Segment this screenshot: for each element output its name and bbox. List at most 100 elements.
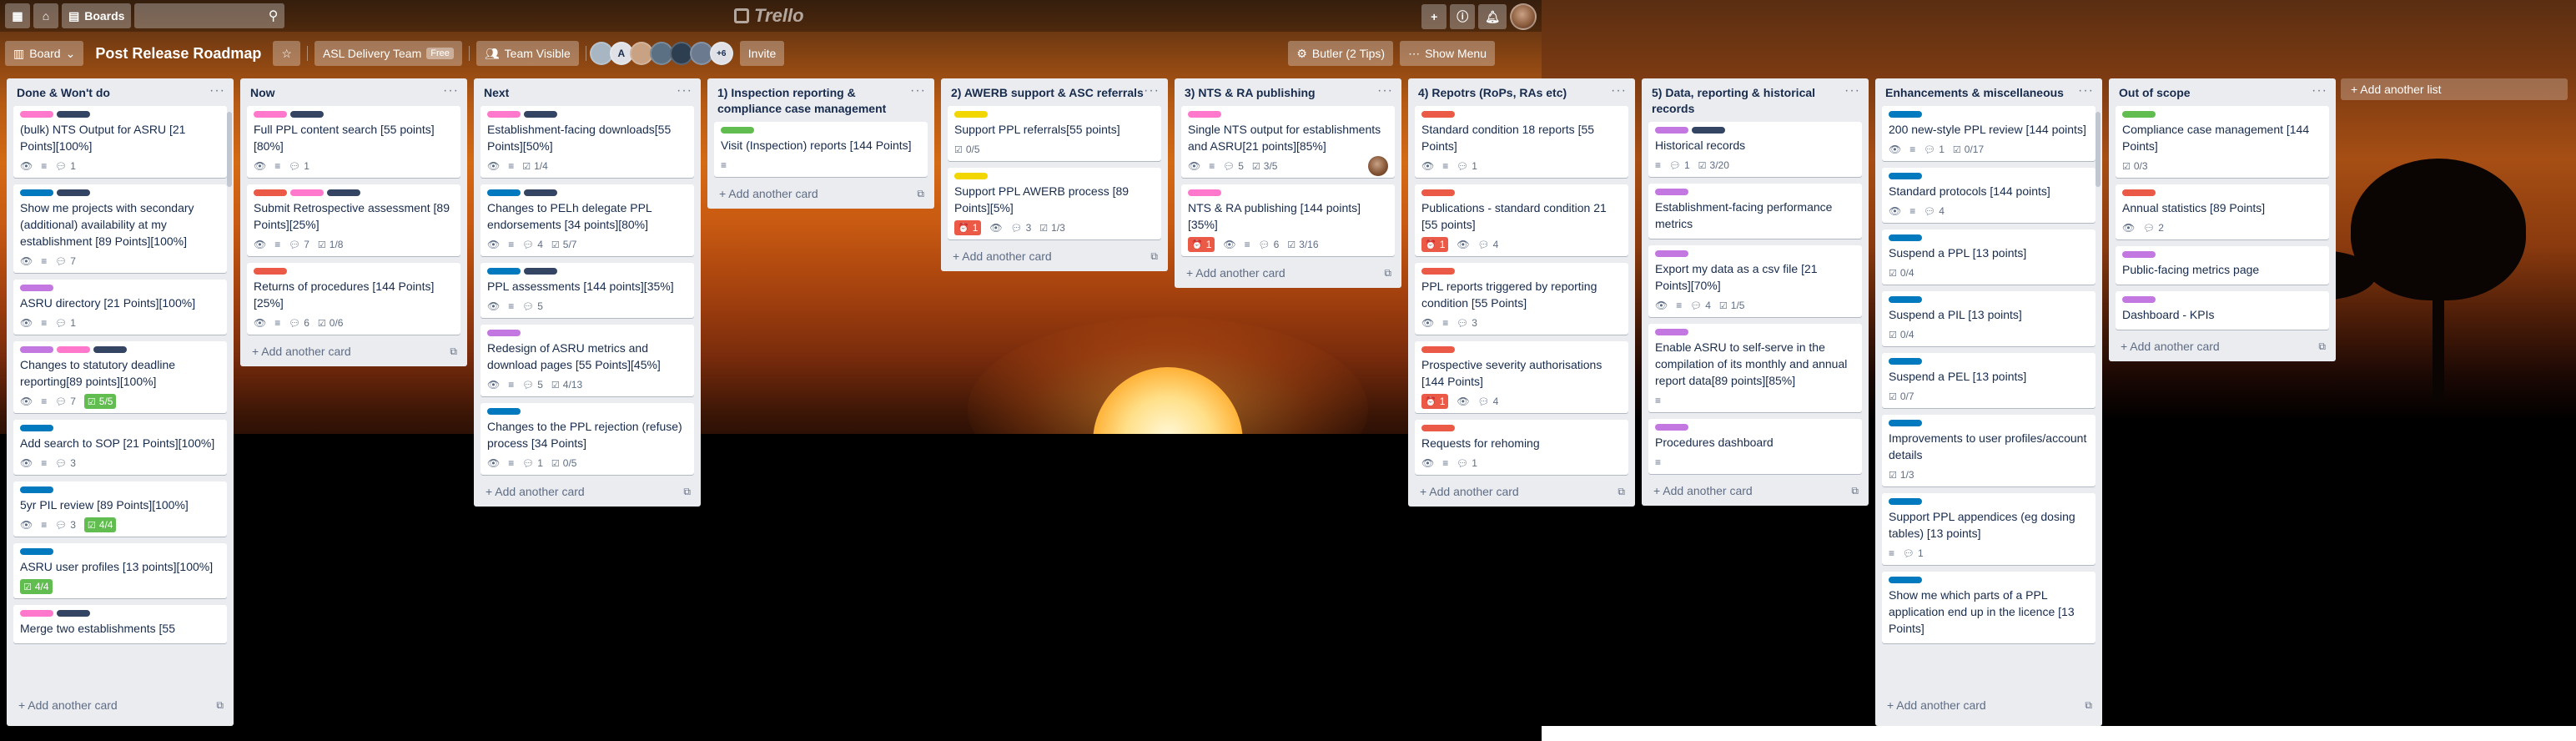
card[interactable]: Full PPL content search [55 points][80%]… — [247, 106, 460, 178]
card[interactable]: 5yr PIL review [89 Points][100%] 👁︎ ≡ 💬︎ 3 ☑ 4… — [13, 481, 227, 537]
card[interactable]: Standard condition 18 reports [55 Points… — [1415, 106, 1628, 178]
card[interactable]: Visit (Inspection) reports [144 Points] ≡ — [714, 122, 928, 177]
card-label-purple[interactable] — [2122, 251, 2156, 258]
card[interactable]: Suspend a PPL [13 points] ☑ 0/4 — [1882, 229, 2096, 285]
card-label-red[interactable] — [254, 268, 287, 275]
card[interactable]: Show me which parts of a PPL application… — [1882, 572, 2096, 643]
board-view-switcher[interactable]: ▥ Board ⌄ — [5, 41, 84, 66]
list-menu-icon[interactable]: ··· — [1144, 84, 1160, 98]
card-label-blue[interactable] — [20, 548, 53, 555]
card-label-blue[interactable] — [1889, 173, 1922, 179]
add-card-button[interactable]: + Add another card ⧉ — [1642, 481, 1869, 506]
card-label-blue[interactable] — [1889, 296, 1922, 303]
card[interactable]: Show me projects with secondary (additio… — [13, 184, 227, 273]
list-title[interactable]: 3) NTS & RA publishing — [1185, 85, 1316, 101]
card-label-navy[interactable] — [524, 189, 557, 196]
card[interactable]: ASRU user profiles [13 points][100%] ☑ 4/4 — [13, 543, 227, 598]
add-card-button[interactable]: + Add another card ⧉ — [240, 341, 467, 366]
butler-button[interactable]: ⚙ Butler (2 Tips) — [1288, 41, 1394, 66]
invite-button[interactable]: Invite — [739, 41, 785, 66]
card-label-blue[interactable] — [20, 486, 53, 493]
show-menu-button[interactable]: ⋯ Show Menu — [1400, 41, 1495, 66]
add-card-button[interactable]: + Add another card ⧉ — [941, 246, 1168, 271]
card[interactable]: Compliance case management [144 Points] ☑… — [2116, 106, 2329, 178]
card-template-icon[interactable]: ⧉ — [683, 486, 691, 498]
card-label-navy[interactable] — [57, 610, 90, 617]
board-title[interactable]: Post Release Roadmap — [90, 45, 266, 63]
card-label-purple[interactable] — [1655, 189, 1688, 195]
list-title[interactable]: Now — [250, 85, 275, 101]
card-label-navy[interactable] — [1692, 127, 1725, 134]
card-label-purple[interactable] — [2122, 296, 2156, 303]
add-card-button[interactable]: + Add another card ⧉ — [1408, 481, 1635, 507]
visibility-button[interactable]: 👥︎ Team Visible — [475, 41, 579, 66]
team-button[interactable]: ASL Delivery Team Free — [314, 41, 462, 66]
card-label-blue[interactable] — [1889, 111, 1922, 118]
more-members-badge[interactable]: +6 — [709, 42, 733, 65]
list-menu-icon[interactable]: ··· — [2312, 84, 2327, 98]
card[interactable]: Requests for rehoming 👁︎ ≡ 💬︎ 1 — [1415, 420, 1628, 475]
card[interactable]: Merge two establishments [55 — [13, 605, 227, 643]
card-template-icon[interactable]: ⧉ — [2318, 340, 2326, 353]
card-label-red[interactable] — [1421, 425, 1455, 431]
card-label-blue[interactable] — [1889, 577, 1922, 583]
card-template-icon[interactable]: ⧉ — [216, 699, 224, 712]
card-label-blue[interactable] — [487, 189, 521, 196]
list-menu-icon[interactable]: ··· — [1611, 84, 1627, 98]
list-scrollbar[interactable] — [2096, 112, 2101, 187]
card-label-green[interactable] — [721, 127, 754, 134]
card[interactable]: Changes to statutory deadline reporting[… — [13, 341, 227, 413]
card[interactable]: Returns of procedures [144 Points][25%] 👁… — [247, 263, 460, 335]
card[interactable]: Improvements to user profiles/account de… — [1882, 415, 2096, 486]
card[interactable]: Annual statistics [89 Points] 👁︎ 💬︎ 2 — [2116, 184, 2329, 239]
list-title[interactable]: 1) Inspection reporting & compliance cas… — [717, 85, 910, 117]
card[interactable]: ASRU directory [21 Points][100%] 👁︎ ≡ 💬︎ 1 — [13, 280, 227, 335]
card-label-pink[interactable] — [20, 610, 53, 617]
list-title[interactable]: 4) Repotrs (RoPs, RAs etc) — [1418, 85, 1567, 101]
card-label-pink[interactable] — [1188, 189, 1221, 196]
list-menu-icon[interactable]: ··· — [443, 84, 459, 98]
card[interactable]: Publications - standard condition 21 [55… — [1415, 184, 1628, 256]
card-template-icon[interactable]: ⧉ — [917, 188, 924, 200]
create-button[interactable]: + — [1421, 4, 1447, 29]
card-label-red[interactable] — [1421, 346, 1455, 353]
list-title[interactable]: Done & Won't do — [17, 85, 110, 101]
due-badge[interactable]: ⏰ 1 — [1188, 237, 1215, 252]
card[interactable]: Standard protocols [144 points] 👁︎ ≡ 💬︎ 4 — [1882, 168, 2096, 223]
card-label-red[interactable] — [1421, 189, 1455, 196]
list-menu-icon[interactable]: ··· — [2078, 84, 2094, 98]
add-card-button[interactable]: + Add another card ⧉ — [2109, 336, 2336, 361]
list-title[interactable]: 2) AWERB support & ASC referrals — [951, 85, 1144, 101]
card[interactable]: Support PPL referrals[55 points] ☑ 0/5 — [948, 106, 1161, 161]
card[interactable]: PPL reports triggered by reporting condi… — [1415, 263, 1628, 335]
card-label-purple[interactable] — [1655, 424, 1688, 431]
card-label-purple[interactable] — [1655, 127, 1688, 134]
card-label-blue[interactable] — [20, 425, 53, 431]
card[interactable]: (bulk) NTS Output for ASRU [21 Points][1… — [13, 106, 227, 178]
card-label-navy[interactable] — [290, 111, 324, 118]
card-template-icon[interactable]: ⧉ — [450, 345, 457, 358]
card[interactable]: Single NTS output for establishments and… — [1181, 106, 1395, 178]
user-avatar[interactable] — [1510, 3, 1537, 30]
card[interactable]: 200 new-style PPL review [144 points] 👁︎ ≡… — [1882, 106, 2096, 161]
card[interactable]: Establishment-facing downloads[55 Points… — [480, 106, 694, 178]
card-label-pink[interactable] — [290, 189, 324, 196]
info-button[interactable]: ⓘ — [1450, 4, 1476, 29]
card[interactable]: Changes to PELh delegate PPL endorsement… — [480, 184, 694, 256]
card[interactable]: Procedures dashboard ≡ — [1648, 419, 1862, 474]
card-template-icon[interactable]: ⧉ — [1384, 267, 1391, 280]
card-label-red[interactable] — [1421, 111, 1455, 118]
card-template-icon[interactable]: ⧉ — [2085, 699, 2092, 712]
card-label-blue[interactable] — [20, 189, 53, 196]
card-template-icon[interactable]: ⧉ — [1618, 486, 1625, 498]
add-card-button[interactable]: + Add another card ⧉ — [7, 695, 234, 720]
list-menu-icon[interactable]: ··· — [1844, 84, 1860, 98]
list-title[interactable]: Next — [484, 85, 509, 101]
card-label-navy[interactable] — [93, 346, 127, 353]
trello-logo[interactable]: Trello — [734, 5, 804, 27]
apps-menu-button[interactable]: ▦ — [5, 3, 30, 28]
card-label-purple[interactable] — [1655, 329, 1688, 335]
card-label-green[interactable] — [2122, 111, 2156, 118]
card[interactable]: Support PPL appendices (eg dosing tables… — [1882, 493, 2096, 565]
due-badge[interactable]: ⏰ 1 — [954, 220, 982, 235]
